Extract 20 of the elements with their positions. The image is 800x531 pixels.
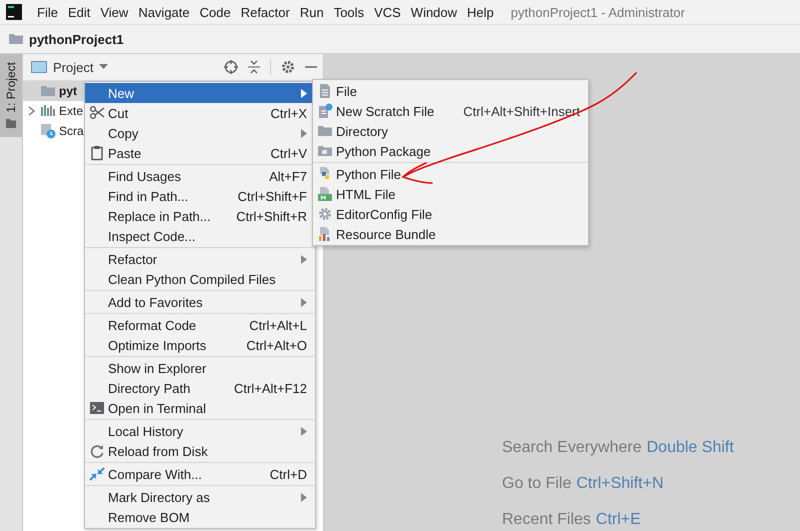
shortcut-text: Ctrl+Alt+F12 (234, 380, 307, 396)
shortcut-text: Ctrl+Shift+R (236, 208, 307, 224)
shortcut-text: Ctrl+V (270, 146, 307, 160)
shortcut-text: Ctrl+D (270, 466, 307, 482)
shortcut-text: Ctrl+Alt+O (246, 338, 307, 352)
tree-label: Scra (59, 124, 84, 138)
shortcut-text: Ctrl+Shift+F (238, 188, 307, 204)
tree-label: Exte (59, 104, 84, 118)
shortcut-text: Double Shift (646, 439, 734, 457)
hint-text: Search Everywhere (502, 439, 642, 457)
shortcut-text: Ctrl+Alt+L (249, 318, 307, 332)
shortcut-text: Ctrl+Alt+Shift+Insert (463, 104, 580, 118)
shortcut-text: Ctrl+X (270, 106, 307, 120)
tree-label: pyt (59, 84, 77, 98)
window-title: pythonProject1 - Administrator (510, 4, 685, 20)
hint-text: Go to File (502, 475, 572, 493)
shortcut-text: Alt+F7 (269, 168, 307, 184)
shortcut-text: Ctrl+E (596, 511, 641, 529)
shortcut-text: Ctrl+Shift+N (576, 475, 664, 493)
hint-text: Recent Files (502, 511, 591, 529)
